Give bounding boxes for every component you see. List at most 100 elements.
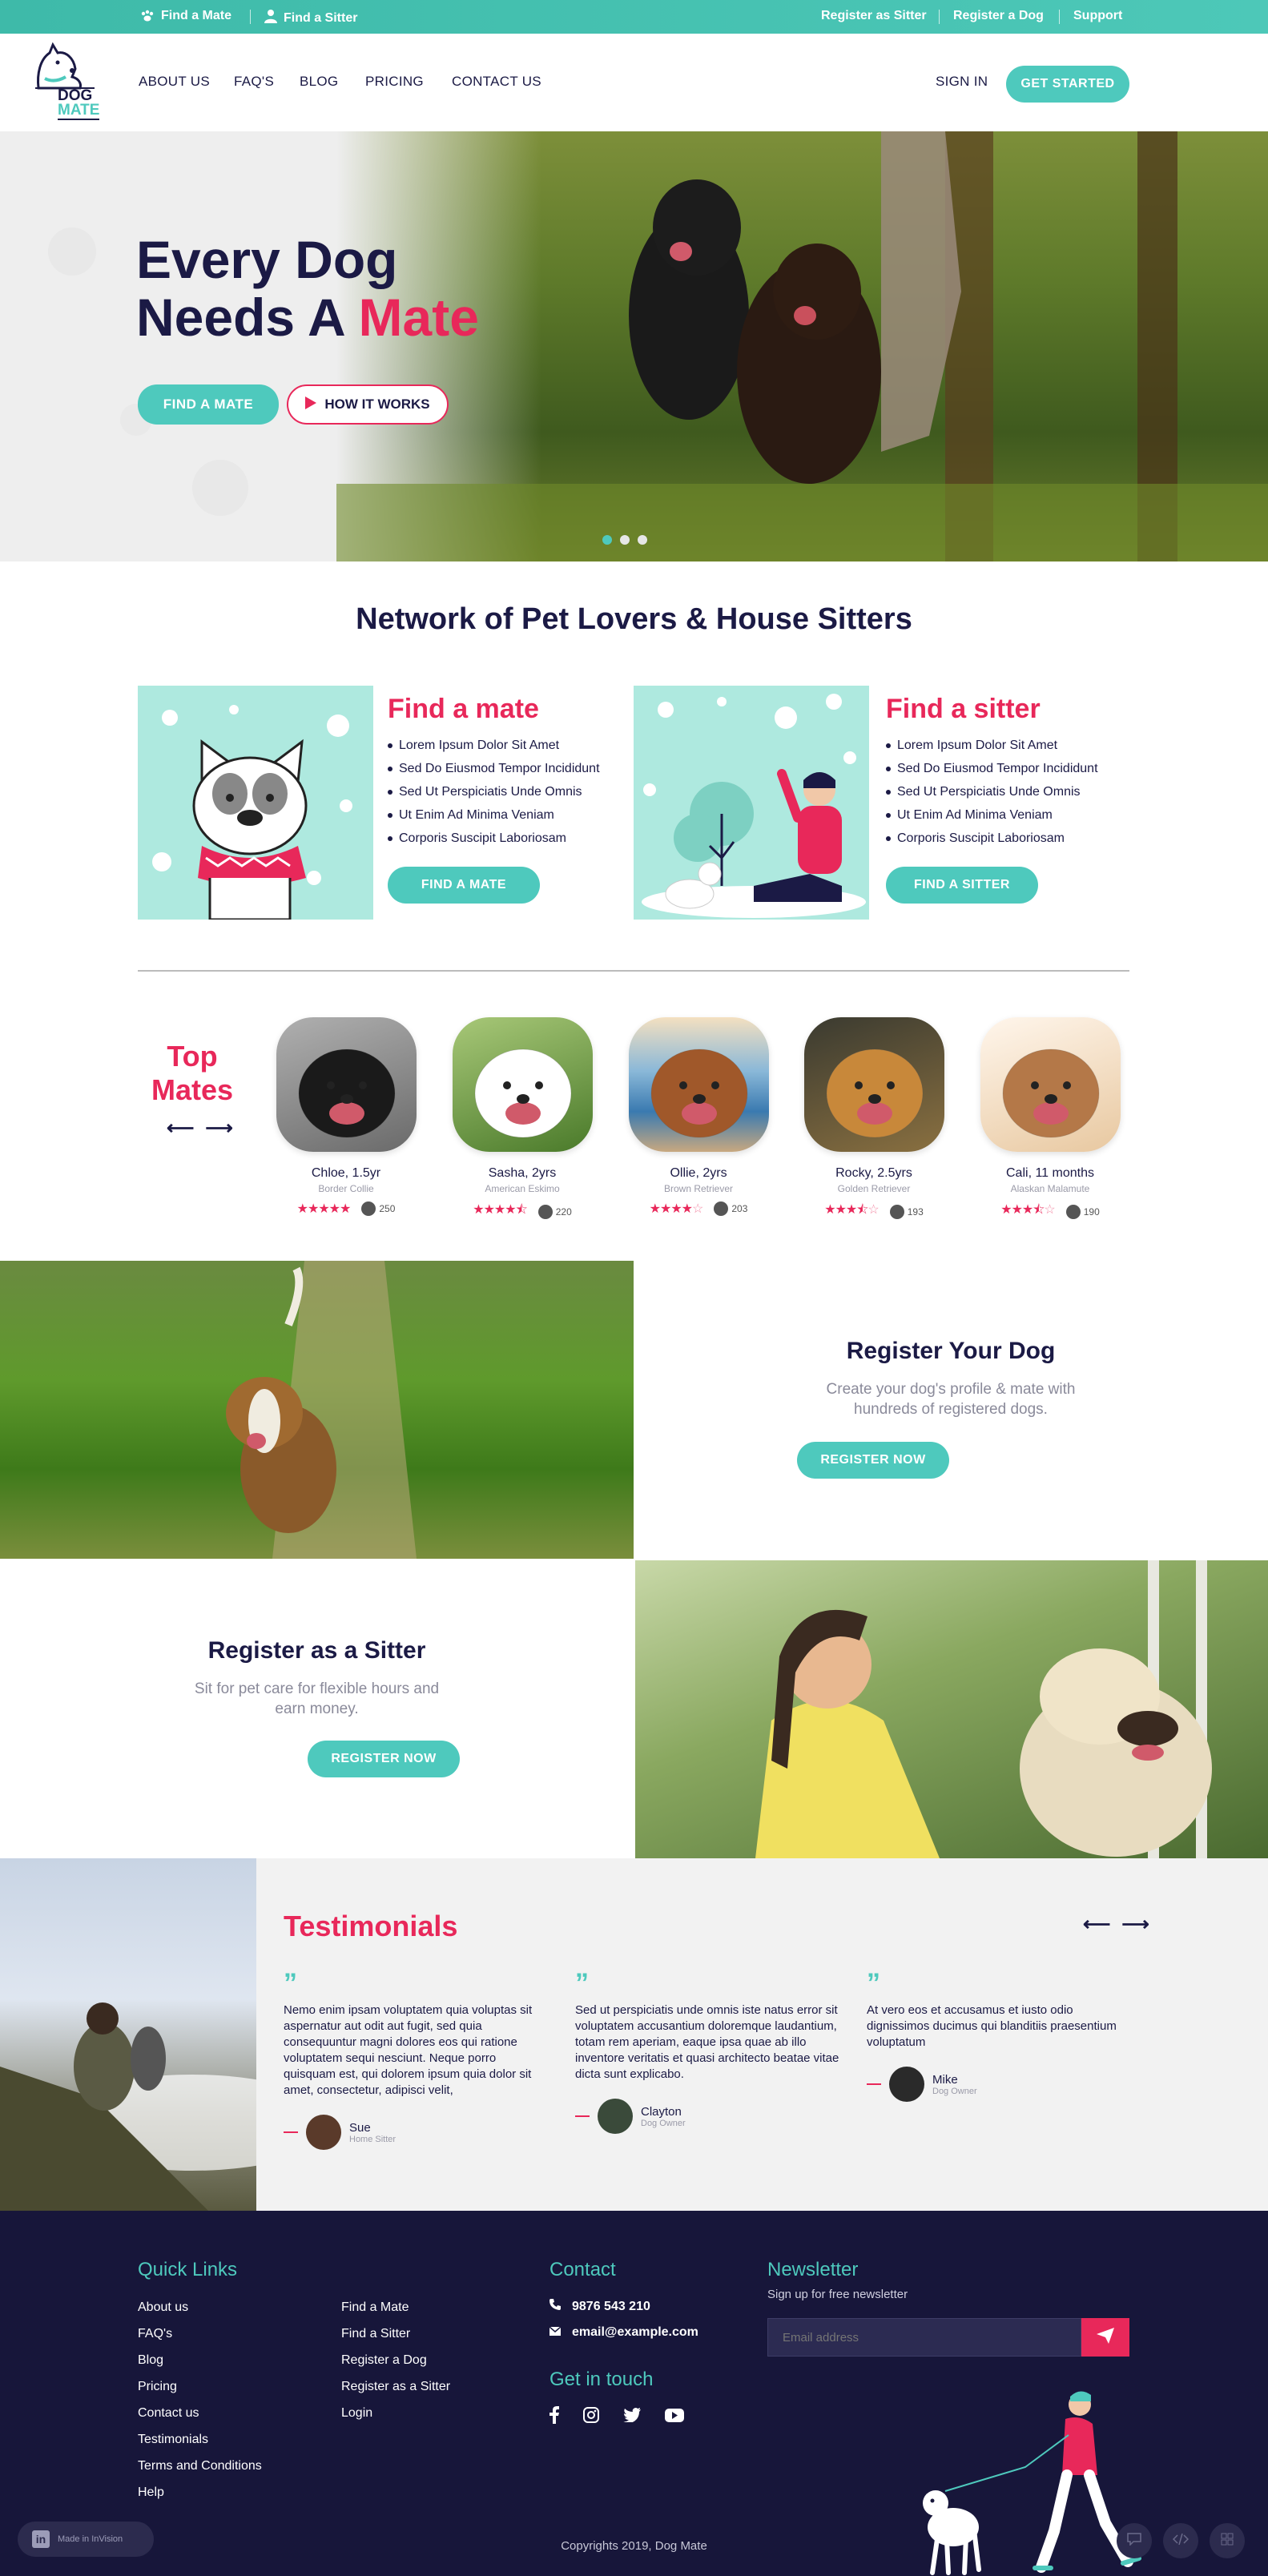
mate-illustration (138, 686, 373, 920)
list-item: Corporis Suscipit Laboriosam (388, 827, 600, 850)
grid-icon (1221, 2533, 1234, 2550)
arrow-right-icon[interactable]: ⟶ (205, 1117, 232, 1140)
mate-photo[interactable] (980, 1017, 1121, 1152)
register-sitter-text: Sit for pet care for flexible hours and … (0, 1679, 634, 1719)
register-sitter-link[interactable]: Register as Sitter (821, 9, 927, 23)
paw-decoration (192, 460, 248, 516)
mate-card[interactable]: Ollie, 2yrs Brown Retriever ★★★★☆ 203 (626, 1017, 771, 1217)
star-filled-icon: ★ (340, 1202, 351, 1216)
arrow-left-icon[interactable]: ⟵ (167, 1117, 194, 1140)
footer-link[interactable]: Blog (138, 2353, 163, 2368)
dog-photo-image (650, 1049, 747, 1138)
mate-card[interactable]: Rocky, 2.5yrs Golden Retriever ★★★⯪☆ 193 (802, 1017, 946, 1222)
youtube-icon[interactable] (665, 2408, 684, 2426)
beagle-image (226, 1261, 417, 1559)
carousel-dot-active[interactable] (602, 535, 612, 545)
footer-link[interactable]: Terms and Conditions (138, 2459, 262, 2473)
footer-link[interactable]: FAQ's (138, 2327, 172, 2341)
find-mate-link[interactable]: Find a Mate (140, 9, 231, 23)
get-started-button[interactable]: GET STARTED (1006, 66, 1129, 103)
mate-card[interactable]: Sasha, 2yrs American Eskimo ★★★★⯪ 220 (450, 1017, 594, 1222)
star-filled-icon: ★ (307, 1202, 319, 1216)
testimonial-role: Dog Owner (641, 2118, 686, 2128)
comment-tool-button[interactable] (1117, 2523, 1152, 2558)
register-sitter-button[interactable]: REGISTER NOW (308, 1741, 460, 1777)
dog-photo-image (298, 1049, 395, 1138)
email-row[interactable]: email@example.com (549, 2325, 698, 2340)
footer-link[interactable]: Find a Mate (341, 2300, 409, 2315)
footer-link[interactable]: Register as a Sitter (341, 2380, 450, 2394)
footer-link[interactable]: Find a Sitter (341, 2327, 410, 2341)
phone-number: 9876 543 210 (572, 2299, 650, 2313)
find-mate-label: Find a Mate (161, 9, 232, 22)
footer-link[interactable]: Help (138, 2485, 164, 2500)
newsletter-submit-button[interactable] (1081, 2318, 1129, 2357)
top-bar: Find a Mate Find a Sitter Register as Si… (0, 0, 1268, 34)
support-link[interactable]: Support (1073, 9, 1122, 23)
nav-faqs[interactable]: FAQ'S (234, 74, 274, 90)
dog-avatar-icon (714, 1201, 729, 1216)
testimonial-text: At vero eos et accusamus et iusto odio d… (867, 2003, 1117, 2049)
star-filled-icon: ★ (681, 1202, 693, 1216)
mate-card[interactable]: Chloe, 1.5yr Border Collie ★★★★★ 250 (274, 1017, 418, 1217)
facebook-icon[interactable] (549, 2406, 559, 2428)
carousel-dot[interactable] (620, 535, 630, 545)
mate-card[interactable]: Cali, 11 months Alaskan Malamute ★★★⯪☆ 190 (978, 1017, 1122, 1222)
find-mate-card-button[interactable]: FIND A MATE (388, 867, 540, 904)
logo[interactable]: DOG MATE (30, 42, 103, 123)
nav-about[interactable]: ABOUT US (139, 74, 210, 90)
nav-blog[interactable]: BLOG (300, 74, 338, 90)
testimonials-arrows: ⟵ ⟶ (1083, 1913, 1149, 1936)
dog-logo-icon (35, 42, 95, 90)
screens-tool-button[interactable] (1210, 2523, 1245, 2558)
arrow-left-icon[interactable]: ⟵ (1083, 1913, 1110, 1936)
find-sitter-link[interactable]: Find a Sitter (264, 9, 357, 27)
hero-find-mate-button[interactable]: FIND A MATE (138, 384, 279, 425)
hero: Every Dog Needs A Mate FIND A MATE HOW I… (0, 131, 1268, 561)
testimonial-role: Dog Owner (932, 2086, 977, 2096)
list-item: Sed Do Eiusmod Tempor Incididunt (388, 757, 600, 780)
footer-link[interactable]: About us (138, 2300, 188, 2315)
phone-row[interactable]: 9876 543 210 (549, 2299, 650, 2314)
footer-link[interactable]: Login (341, 2406, 372, 2421)
rating-stars: ★★★⯪☆ (824, 1201, 880, 1222)
how-it-works-label: HOW IT WORKS (324, 396, 430, 412)
list-item: Lorem Ipsum Dolor Sit Amet (886, 734, 1098, 757)
mate-photo[interactable] (276, 1017, 417, 1152)
testimonials-title: Testimonials (284, 1910, 458, 1942)
nav-pricing[interactable]: PRICING (365, 74, 424, 90)
find-sitter-card-button[interactable]: FIND A SITTER (886, 867, 1038, 904)
nav-contact[interactable]: CONTACT US (452, 74, 541, 90)
how-it-works-button[interactable]: HOW IT WORKS (287, 384, 449, 425)
mate-photo[interactable] (803, 1017, 944, 1152)
quick-links-title: Quick Links (138, 2259, 238, 2280)
sign-in-link[interactable]: SIGN IN (936, 74, 988, 90)
arrow-right-icon[interactable]: ⟶ (1121, 1913, 1149, 1936)
star-filled-icon: ★ (296, 1202, 308, 1216)
mate-photo[interactable] (452, 1017, 593, 1152)
dash-divider (284, 2131, 298, 2133)
twitter-icon[interactable] (623, 2408, 641, 2426)
testimonial-role: Home Sitter (349, 2134, 397, 2144)
instagram-icon[interactable] (583, 2407, 599, 2427)
register-dog-link[interactable]: Register a Dog (953, 9, 1044, 23)
list-item: Sed Ut Perspiciatis Unde Omnis (388, 780, 600, 803)
avatar (889, 2067, 924, 2102)
register-sitter-label: Register as Sitter (821, 9, 927, 22)
mate-count-badge: 193 (889, 1204, 924, 1219)
footer-link[interactable]: Pricing (138, 2380, 177, 2394)
register-dog-button[interactable]: REGISTER NOW (797, 1442, 949, 1479)
testimonial-author: Mike (932, 2072, 958, 2087)
invision-badge[interactable]: in Made in InVision (18, 2522, 154, 2557)
footer-link[interactable]: Contact us (138, 2406, 199, 2421)
newsletter-email-input[interactable] (767, 2318, 1081, 2357)
network-title: Network of Pet Lovers & House Sitters (356, 602, 912, 636)
star-filled-icon: ★ (318, 1202, 329, 1216)
footer-link[interactable]: Register a Dog (341, 2353, 427, 2368)
mail-icon (549, 2325, 562, 2340)
rating-stars: ★★★★☆ (650, 1201, 704, 1217)
carousel-dot[interactable] (638, 535, 647, 545)
footer-link[interactable]: Testimonials (138, 2433, 208, 2447)
mate-photo[interactable] (628, 1017, 769, 1152)
inspect-tool-button[interactable] (1163, 2523, 1198, 2558)
